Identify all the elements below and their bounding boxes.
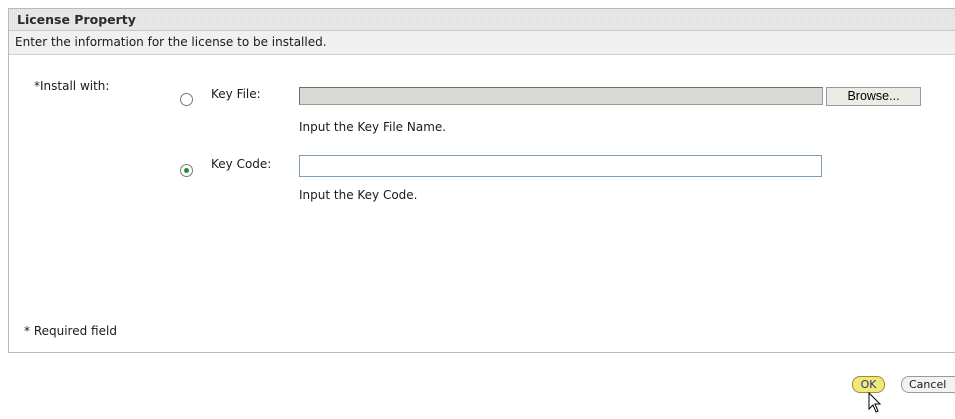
key-code-radio[interactable] [180,164,193,177]
key-code-input[interactable] [299,155,822,177]
mouse-cursor-icon [868,392,882,413]
browse-button[interactable]: Browse... [826,87,921,106]
panel-description: Enter the information for the license to… [9,31,955,55]
key-code-label: Key Code: [211,157,272,171]
cancel-button[interactable]: Cancel [901,376,955,393]
key-file-radio[interactable] [180,93,193,106]
key-file-label: Key File: [211,87,261,101]
key-file-input[interactable] [299,87,823,105]
install-with-label: *Install with: [34,79,110,93]
key-file-hint: Input the Key File Name. [299,120,447,134]
ok-button[interactable]: OK [852,376,885,393]
key-code-hint: Input the Key Code. [299,188,418,202]
required-field-note: * Required field [24,324,117,338]
license-property-panel: License Property Enter the information f… [8,8,955,353]
panel-title: License Property [9,9,955,31]
